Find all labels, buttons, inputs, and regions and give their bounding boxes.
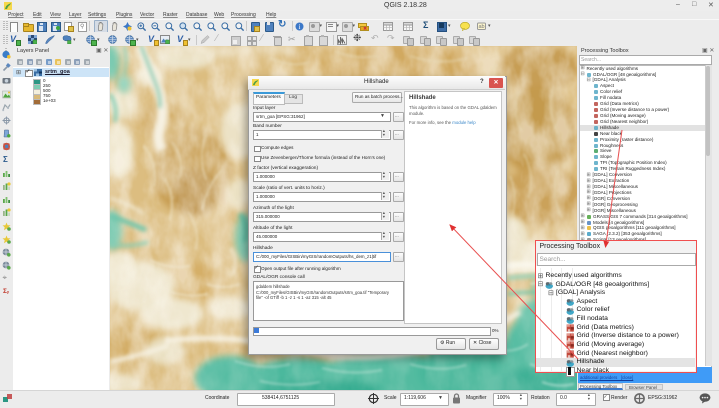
svg-text:ab: ab [478, 24, 484, 30]
svg-text:i: i [299, 23, 301, 31]
